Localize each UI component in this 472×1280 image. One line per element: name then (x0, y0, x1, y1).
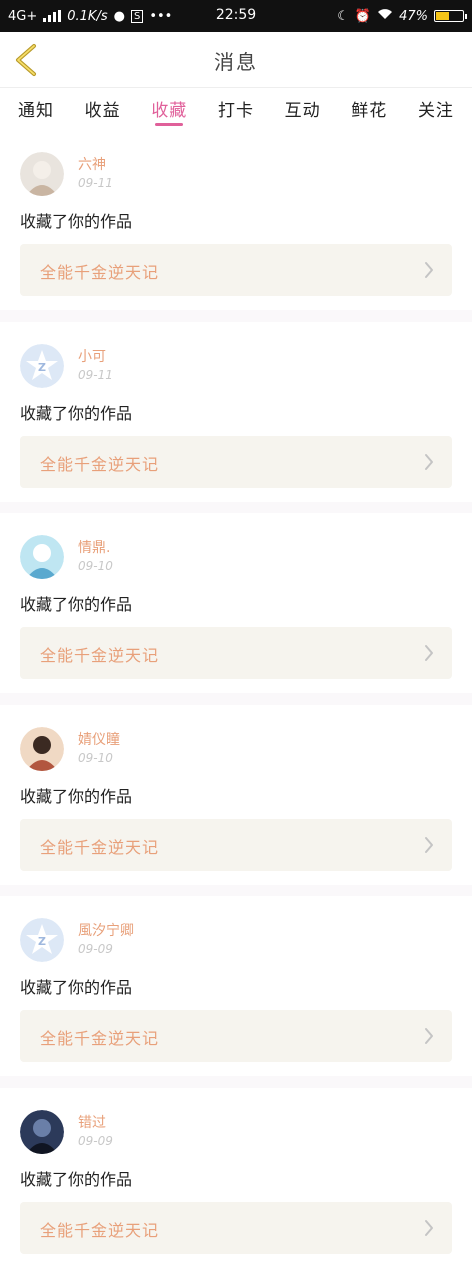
message-date: 09-11 (78, 176, 113, 190)
work-link[interactable]: 全能千金逆天记 (20, 627, 452, 680)
work-title: 全能千金逆天记 (40, 1220, 160, 1240)
list-item: 错过 09-09 收藏了你的作品全能千金逆天记 (0, 1087, 472, 1268)
list-item: 情鼎. 09-10 收藏了你的作品全能千金逆天记 (0, 513, 472, 694)
list-item: 婧仪瞳 09-10 收藏了你的作品全能千金逆天记 (0, 704, 472, 885)
work-title: 全能千金逆天记 (40, 646, 160, 666)
list-item: 六神 09-11 收藏了你的作品全能千金逆天记 (0, 130, 472, 310)
chevron-right-icon (425, 1219, 433, 1236)
avatar[interactable]: Z (20, 918, 64, 963)
header: 消息 (0, 32, 472, 88)
chevron-right-icon (425, 1028, 433, 1045)
tab-5[interactable]: 鲜花 (351, 88, 387, 128)
tab-bar: 通知 收益 收藏 打卡 互动 鲜花 关注 (0, 88, 472, 128)
divider (0, 310, 472, 322)
status-bar: 4G+ 0.1K/s ● S ••• 22:59 ☾ ⏰ 47% (0, 0, 472, 32)
message-text: 收藏了你的作品 (20, 212, 133, 231)
message-text: 收藏了你的作品 (20, 595, 133, 615)
battery-label: 47% (399, 8, 428, 24)
avatar[interactable] (20, 726, 64, 771)
work-title: 全能千金逆天记 (40, 454, 160, 474)
work-link[interactable]: 全能千金逆天记 (20, 435, 452, 488)
tab-2[interactable]: 收藏 (151, 88, 187, 128)
list-item: Z 小可 09-11 收藏了你的作品全能千金逆天记 (0, 321, 472, 502)
work-link[interactable]: 全能千金逆天记 (20, 818, 452, 871)
user-name[interactable]: 情鼎. (78, 537, 110, 557)
tab-6[interactable]: 关注 (418, 88, 454, 128)
work-link[interactable]: 全能千金逆天记 (20, 1201, 452, 1254)
user-name[interactable]: 婧仪瞳 (78, 729, 120, 749)
chevron-right-icon (425, 262, 433, 278)
avatar[interactable] (20, 1109, 64, 1154)
chevron-right-icon (425, 836, 433, 853)
message-text: 收藏了你的作品 (20, 403, 133, 423)
avatar[interactable] (20, 152, 64, 196)
message-date: 09-10 (78, 559, 113, 574)
divider (0, 884, 472, 897)
svg-text:Z: Z (38, 361, 46, 374)
chevron-right-icon (425, 453, 433, 470)
work-title: 全能千金逆天记 (40, 263, 160, 282)
chevron-right-icon (425, 645, 433, 662)
divider (0, 501, 472, 514)
tab-0[interactable]: 通知 (18, 88, 54, 128)
battery-icon (434, 10, 467, 22)
alarm-icon: ⏰ (354, 8, 372, 24)
tab-1[interactable]: 收益 (85, 88, 121, 128)
message-date: 09-09 (78, 942, 113, 957)
divider (0, 1076, 472, 1088)
wifi-icon (377, 8, 393, 24)
message-text: 收藏了你的作品 (20, 786, 133, 806)
moon-icon: ☾ (337, 8, 349, 24)
avatar[interactable]: Z (20, 343, 64, 388)
message-text: 收藏了你的作品 (20, 978, 133, 998)
avatar[interactable] (20, 535, 64, 580)
message-date: 09-10 (78, 750, 113, 765)
work-title: 全能千金逆天记 (40, 837, 160, 857)
list-item: Z 風汐宁卿 09-09 收藏了你的作品全能千金逆天记 (0, 896, 472, 1077)
user-name[interactable]: 小可 (78, 346, 106, 366)
svg-text:Z: Z (38, 935, 46, 948)
user-name[interactable]: 错过 (78, 1112, 106, 1132)
work-link[interactable]: 全能千金逆天记 (20, 244, 452, 296)
tab-4[interactable]: 互动 (285, 88, 321, 128)
page-title: 消息 (214, 50, 258, 74)
user-name[interactable]: 六神 (78, 154, 106, 174)
user-name[interactable]: 風汐宁卿 (78, 920, 134, 940)
message-date: 09-11 (78, 367, 113, 382)
message-list: 六神 09-11 收藏了你的作品 全能千金逆天记 Z 小可 09-11 收藏了你的作品 全能千金… (0, 130, 472, 1268)
work-title: 全能千金逆天记 (40, 1029, 160, 1049)
divider (0, 693, 472, 705)
message-text: 收藏了你的作品 (20, 1169, 133, 1189)
tab-3[interactable]: 打卡 (218, 88, 254, 128)
work-link[interactable]: 全能千金逆天记 (20, 1010, 452, 1063)
message-date: 09-09 (78, 1133, 113, 1148)
